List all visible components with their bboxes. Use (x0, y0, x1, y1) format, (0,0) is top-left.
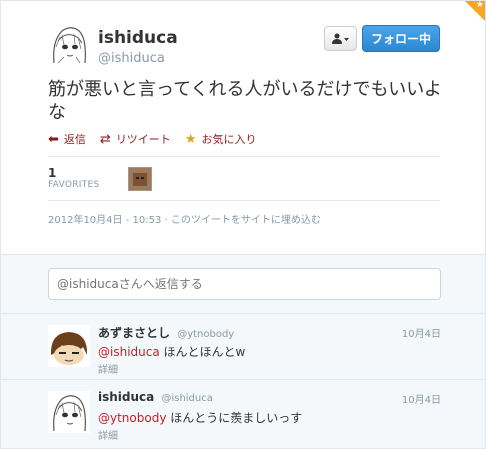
reply-action[interactable]: ⬅ 返信 (48, 131, 86, 147)
user-dropdown-icon (331, 33, 349, 44)
user-name[interactable]: ishiduca (98, 28, 178, 48)
reply-time[interactable]: 10月4日 (402, 325, 441, 340)
retweet-action[interactable]: ⇄ リツイート (100, 131, 171, 147)
reply-author-name: あずまさとし (98, 326, 171, 340)
reply-icon: ⬅ (48, 131, 59, 147)
reply-author-handle: @ytnobody (177, 329, 235, 340)
reply-author-name: ishiduca (98, 390, 155, 404)
tweet-text: 筋が悪いと言ってくれる人がいるだけでもいいよな (48, 79, 442, 123)
reply-item[interactable]: ishiduca @ishiduca 10月4日 @ytnobody ほんとうに… (1, 380, 485, 448)
reply-author[interactable]: ishiduca @ishiduca (98, 390, 213, 404)
divider (48, 156, 440, 157)
star-icon: ★ (475, 0, 484, 10)
reply-author[interactable]: あずまさとし @ytnobody (98, 324, 234, 341)
reply-body: ほんとうに羨ましいっす (170, 411, 303, 425)
reply-mention[interactable]: @ytnobody (98, 411, 166, 425)
reply-detail-link[interactable]: 詳細 (98, 427, 118, 442)
follow-button[interactable]: フォロー中 (362, 25, 440, 52)
favorites-count[interactable]: 1 (48, 166, 56, 180)
reply-author-handle: @ishiduca (161, 393, 213, 404)
reply-input[interactable] (48, 268, 441, 300)
favorites-label[interactable]: FAVORITES (48, 180, 100, 190)
reply-box (1, 254, 485, 314)
user-actions-button[interactable] (324, 26, 357, 51)
favoriter-avatar[interactable] (128, 167, 152, 191)
favorite-action[interactable]: ★ お気に入り (185, 131, 257, 147)
reply-mention[interactable]: @ishiduca (98, 345, 160, 359)
tweet-card: ★ ishiduca @ishiduca フォロー中 筋が悪いと言ってくれる人が… (0, 0, 486, 449)
avatar[interactable] (48, 23, 90, 65)
reply-text: @ytnobody ほんとうに羨ましいっす (98, 409, 302, 426)
reply-label: 返信 (63, 133, 86, 146)
user-handle[interactable]: @ishiduca (98, 51, 165, 66)
reply-item[interactable]: あずまさとし @ytnobody 10月4日 @ishiduca ほんとほんとw… (1, 314, 485, 380)
tweet-actions: ⬅ 返信 ⇄ リツイート ★ お気に入り (48, 131, 256, 147)
avatar[interactable] (48, 391, 90, 433)
reply-time[interactable]: 10月4日 (402, 391, 441, 406)
reply-detail-link[interactable]: 詳細 (98, 361, 118, 376)
reply-text: @ishiduca ほんとほんとw (98, 343, 245, 360)
retweet-icon: ⇄ (99, 131, 111, 147)
favorite-label: お気に入り (201, 133, 257, 146)
avatar[interactable] (48, 325, 90, 367)
tweet-timestamp[interactable]: 2012年10月4日 - 10:53 · このツイートをサイトに埋め込む (48, 211, 321, 226)
divider (48, 200, 440, 201)
retweet-label: リツイート (115, 133, 171, 146)
reply-body: ほんとほんとw (163, 345, 246, 359)
star-icon: ★ (184, 131, 197, 147)
